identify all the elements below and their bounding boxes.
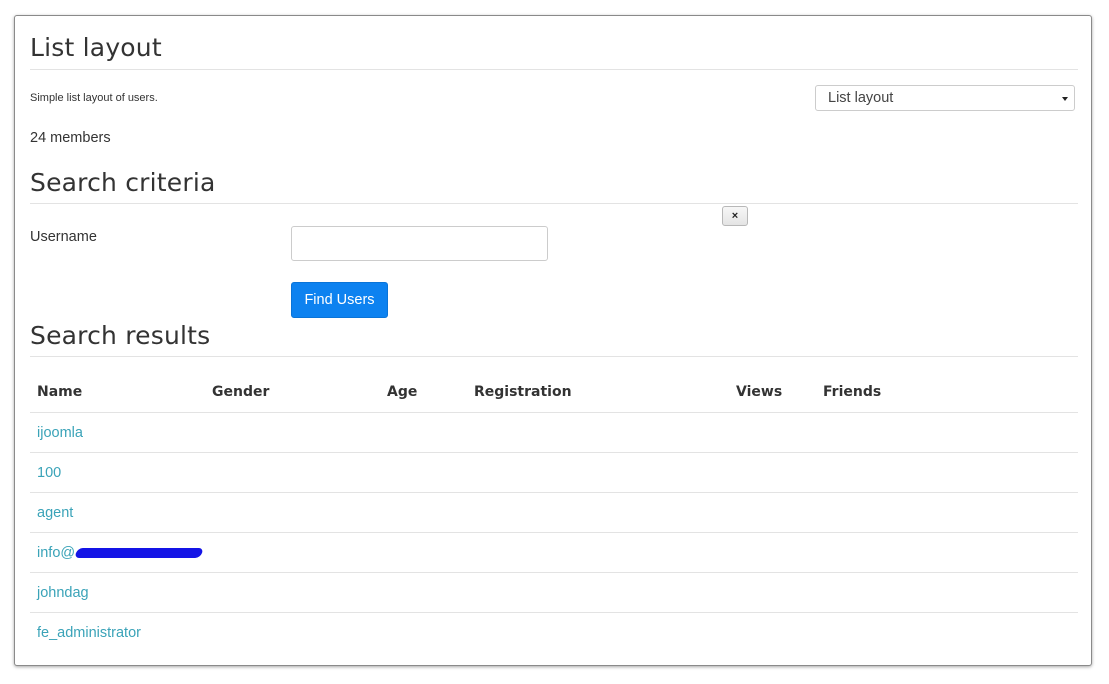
chevron-down-icon (1062, 97, 1068, 101)
user-link[interactable]: fe_administrator (30, 613, 205, 653)
column-header-registration: Registration (467, 372, 729, 413)
column-header-name: Name (30, 372, 205, 413)
table-row: johndag (30, 572, 1078, 613)
user-link[interactable]: ijoomla (30, 412, 205, 453)
find-users-button[interactable]: Find Users (291, 282, 388, 318)
username-input[interactable] (291, 226, 548, 261)
user-link[interactable]: agent (30, 492, 205, 533)
clear-search-button[interactable]: × (722, 206, 748, 226)
results-table: Name Gender Age Registration Views Frien… (30, 372, 1078, 652)
user-link-redacted[interactable]: info@ (30, 532, 205, 573)
redaction-mark (74, 547, 204, 558)
search-criteria-heading: Search criteria (30, 168, 216, 197)
table-row: info@ (30, 532, 1078, 573)
page-description: Simple list layout of users. (30, 92, 158, 104)
search-results-heading: Search results (30, 321, 211, 350)
table-row: fe_administrator (30, 613, 1078, 653)
user-list-panel: List layout Simple list layout of users.… (14, 15, 1092, 666)
user-link[interactable]: 100 (30, 452, 205, 493)
column-header-friends: Friends (816, 372, 1078, 413)
username-label: Username (30, 229, 97, 245)
search-results-divider (30, 356, 1078, 357)
column-header-views: Views (729, 372, 816, 413)
member-count: 24 members (30, 130, 111, 146)
search-criteria-divider (30, 203, 1078, 204)
layout-select[interactable]: List layout (815, 85, 1075, 111)
layout-select-value: List layout (828, 90, 894, 106)
title-divider (30, 69, 1078, 70)
column-header-age: Age (380, 372, 467, 413)
table-header-row: Name Gender Age Registration Views Frien… (30, 372, 1078, 413)
column-header-gender: Gender (205, 372, 380, 413)
table-row: agent (30, 492, 1078, 533)
page-title: List layout (30, 33, 162, 62)
table-row: 100 (30, 452, 1078, 493)
user-link[interactable]: johndag (30, 572, 205, 613)
user-link-text[interactable]: info@ (37, 545, 75, 561)
table-row: ijoomla (30, 412, 1078, 453)
